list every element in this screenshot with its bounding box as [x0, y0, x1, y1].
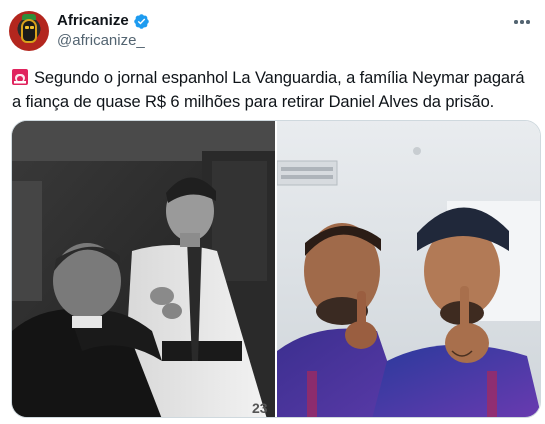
svg-text:23: 23 — [252, 400, 268, 416]
avatar-eye-right — [30, 26, 34, 29]
tweet-text: Segundo o jornal espanhol La Vanguardia,… — [12, 69, 525, 111]
photo-2[interactable] — [277, 121, 540, 417]
avatar-mask — [21, 19, 37, 43]
photo-2-image — [277, 121, 540, 417]
author-handle[interactable]: @africanize_ — [57, 31, 145, 51]
avatar[interactable] — [9, 11, 49, 51]
rotating-light-icon — [12, 69, 28, 85]
display-name[interactable]: Africanize — [57, 11, 129, 31]
photo-1-image: 23 — [12, 121, 275, 417]
author-name-row[interactable]: Africanize — [57, 11, 150, 31]
tweet-card[interactable]: Africanize @africanize_ Segundo o jornal… — [0, 0, 545, 424]
media-grid: 23 — [11, 120, 541, 418]
photo-1[interactable]: 23 — [12, 121, 275, 417]
avatar-eye-left — [25, 26, 29, 29]
verified-badge-icon — [133, 13, 149, 29]
more-options-icon[interactable] — [511, 12, 533, 32]
tweet-text-block: Segundo o jornal espanhol La Vanguardia,… — [12, 66, 536, 114]
